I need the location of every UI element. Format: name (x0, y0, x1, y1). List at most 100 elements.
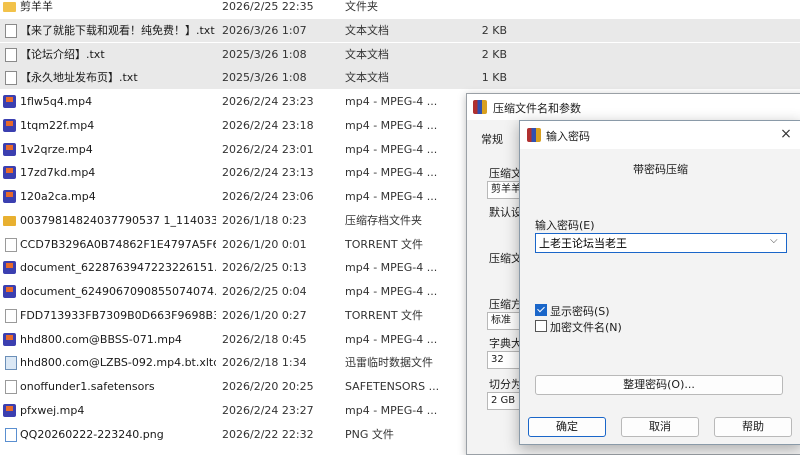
default-profile-label: 默认设 (489, 206, 522, 219)
close-icon[interactable]: × (777, 125, 795, 143)
file-icon (5, 308, 17, 323)
file-type: mp4 - MPEG-4 ... (345, 142, 438, 156)
file-type: mp4 - MPEG-4 ... (345, 95, 438, 108)
file-name: QQ20260222-223240.png (20, 427, 164, 441)
file-size: 2 KB (481, 47, 507, 61)
file-type: mp4 - MPEG-4 ... (345, 285, 438, 298)
file-name: CCD7B3296A0B74862F1E4797A5F6EE... (20, 237, 216, 251)
password-input[interactable] (535, 233, 787, 253)
download-file-icon (5, 356, 17, 371)
file-name: 【永久地址发布页】.txt (20, 71, 138, 85)
file-name: 剪羊羊 (20, 0, 53, 13)
file-type: SAFETENSORS ... (345, 380, 440, 393)
encrypt-filenames-checkbox[interactable]: 加密文件名(N) (535, 320, 622, 335)
file-row[interactable]: 【论坛介绍】.txt 2025/3/26 1:08 文本文档 2 KB (0, 42, 800, 66)
file-type: mp4 - MPEG-4 ... (345, 166, 438, 180)
file-date: 2026/2/22 22:32 (222, 427, 314, 441)
file-row[interactable]: 【来了就能下载和观看！纯免费！】.txt 2026/3/26 1:07 文本文档 2 … (0, 18, 800, 42)
video-file-icon (3, 332, 16, 346)
file-type: 文本文档 (345, 47, 389, 61)
file-icon (5, 380, 17, 394)
ok-button[interactable]: 确定 (528, 417, 606, 437)
file-size: 2 KB (481, 23, 507, 37)
file-date: 2026/2/18 1:34 (222, 356, 307, 370)
compression-method-label: 压缩方 (489, 298, 522, 311)
file-type: 文本文档 (345, 23, 389, 37)
file-type: mp4 - MPEG-4 ... (345, 118, 438, 132)
video-file-icon (3, 118, 16, 132)
file-type: mp4 - MPEG-4 ... (345, 332, 438, 346)
password-dialog-title: 输入密码 (546, 130, 590, 143)
file-name: document_6228763947223226151.mp4 (20, 261, 216, 275)
file-type: TORRENT 文件 (345, 308, 424, 322)
file-name: 1tqm22f.mp4 (20, 118, 95, 132)
file-date: 2026/1/20 0:27 (222, 308, 307, 322)
file-date: 2026/2/24 23:01 (222, 142, 314, 156)
file-name: 17zd7kd.mp4 (20, 166, 96, 180)
password-dialog-titlebar: 输入密码 × (520, 121, 800, 149)
archive-filename-label: 压缩文 (489, 167, 522, 180)
dictionary-size-label: 字典大 (489, 337, 522, 350)
file-row[interactable]: 【永久地址发布页】.txt 2025/3/26 1:08 文本文档 1 KB (0, 66, 800, 90)
video-file-icon (3, 166, 16, 180)
file-date: 2026/2/25 22:35 (222, 0, 314, 13)
file-date: 2026/3/26 1:07 (222, 23, 307, 37)
file-name: hhd800.com@BBSS-071.mp4 (20, 332, 182, 346)
file-date: 2026/2/24 23:23 (222, 95, 314, 108)
file-name: pfxwej.mp4 (20, 403, 85, 417)
file-type: mp4 - MPEG-4 ... (345, 403, 438, 417)
file-type: TORRENT 文件 (345, 237, 424, 251)
split-volume-label: 切分为 (489, 378, 522, 391)
image-file-icon (5, 427, 17, 442)
file-name: hhd800.com@LZBS-092.mp4.bt.xltd (20, 356, 216, 370)
file-date: 2026/2/20 20:25 (222, 380, 314, 393)
file-name: 1v2qrze.mp4 (20, 142, 93, 156)
file-name: 00379814824037790537 1_114033220... (20, 213, 216, 227)
file-size: 1 KB (481, 71, 507, 85)
checkbox-unchecked-icon (535, 320, 547, 332)
archive-format-label: 压缩文 (489, 252, 522, 265)
text-file-icon (5, 71, 17, 86)
file-date: 2026/2/25 0:13 (222, 261, 307, 275)
folder-icon (3, 2, 16, 12)
video-file-icon (3, 261, 16, 275)
video-file-icon (3, 142, 16, 156)
password-dialog: 输入密码 × 带密码压缩 输入密码(E) ⌵ 显示密码(S) 加密文件名(N) … (519, 120, 800, 445)
checkbox-checked-icon (535, 304, 547, 316)
archive-dialog-title: 压缩文件名和参数 (493, 102, 581, 115)
file-date: 2025/3/26 1:08 (222, 71, 307, 85)
file-type: mp4 - MPEG-4 ... (345, 190, 438, 203)
file-date: 2026/1/20 0:01 (222, 237, 307, 251)
help-button[interactable]: 帮助 (714, 417, 792, 437)
file-type: PNG 文件 (345, 427, 394, 441)
archive-dialog-titlebar: 压缩文件名和参数 (467, 94, 800, 120)
file-type: 压缩存档文件夹 (345, 213, 422, 227)
password-label: 输入密码(E) (535, 219, 595, 232)
show-password-checkbox[interactable]: 显示密码(S) (535, 304, 610, 319)
video-file-icon (3, 190, 16, 203)
file-date: 2026/2/24 23:18 (222, 118, 314, 132)
file-name: 120a2ca.mp4 (20, 190, 96, 203)
cancel-button[interactable]: 取消 (621, 417, 699, 437)
tab-general[interactable]: 常规 (481, 131, 503, 147)
file-type: 文本文档 (345, 71, 389, 85)
file-date: 2025/3/26 1:08 (222, 47, 307, 61)
chevron-down-icon[interactable]: ⌵ (770, 235, 778, 246)
video-file-icon (3, 403, 16, 417)
manage-passwords-button[interactable]: 整理密码(O)... (535, 375, 783, 395)
file-name: 1flw5q4.mp4 (20, 95, 93, 108)
file-date: 2026/2/24 23:06 (222, 190, 314, 203)
file-name: onoffunder1.safetensors (20, 380, 155, 393)
file-name: 【来了就能下载和观看！纯免费！】.txt (20, 23, 215, 37)
file-name: document_6249067090855074074.mp4 (20, 285, 216, 298)
video-file-icon (3, 95, 16, 108)
winrar-icon (473, 100, 487, 114)
file-date: 2026/2/18 0:45 (222, 332, 307, 346)
file-date: 2026/1/18 0:23 (222, 213, 307, 227)
file-date: 2026/2/24 23:13 (222, 166, 314, 180)
file-icon (5, 237, 17, 252)
file-row[interactable]: 剪羊羊 2026/2/25 22:35 文件夹 (0, 0, 800, 18)
winrar-icon (527, 128, 541, 142)
file-name: FDD713933FB7309B0D663F9698B366... (20, 308, 216, 322)
file-date: 2026/2/25 0:04 (222, 285, 307, 298)
